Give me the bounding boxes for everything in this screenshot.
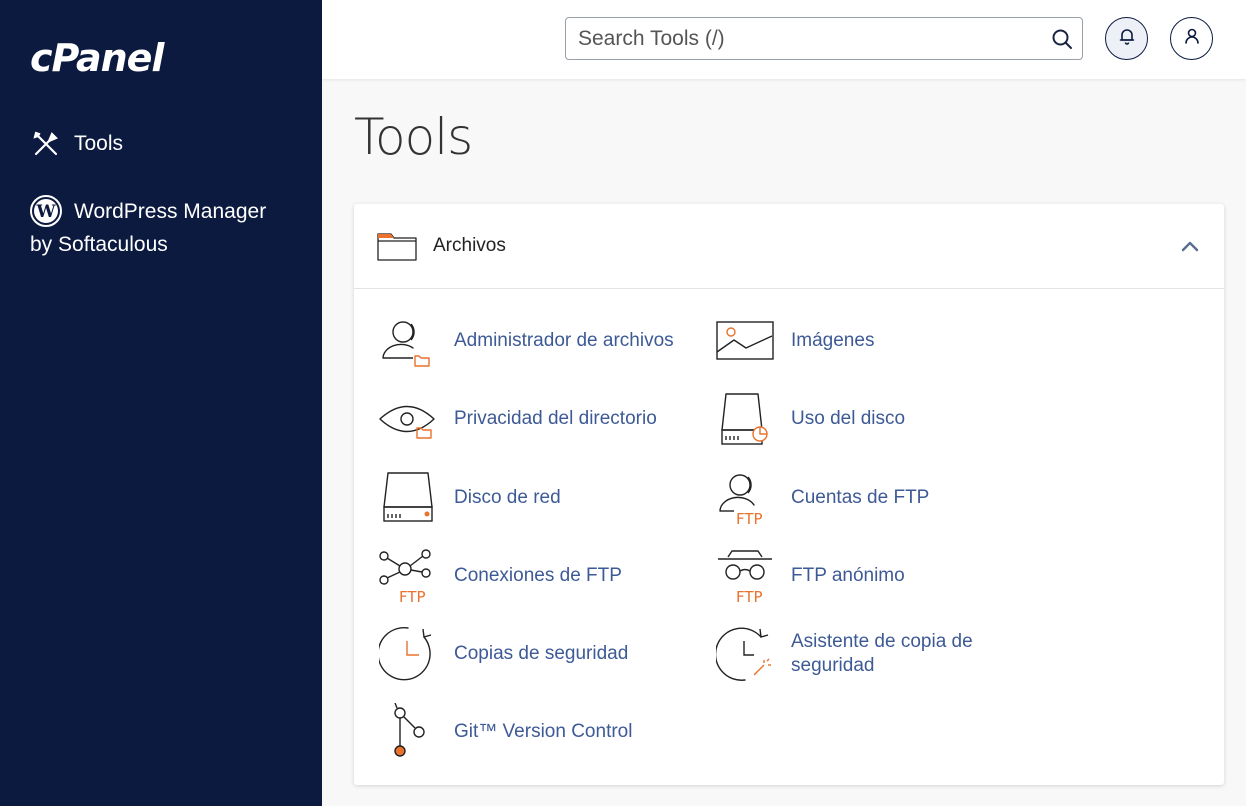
notifications-button[interactable] bbox=[1105, 17, 1148, 60]
tool-label: Cuentas de FTP bbox=[791, 487, 930, 508]
tool-backup-wizard[interactable]: Asistente de copia de seguridad bbox=[714, 625, 973, 683]
disk-usage-icon bbox=[716, 390, 774, 448]
search-box bbox=[565, 17, 1083, 60]
tool-label: FTP anónimo bbox=[791, 565, 905, 586]
tool-ftp-connections[interactable]: FTP Conexiones de FTP bbox=[379, 547, 622, 606]
tool-file-manager[interactable]: Administrador de archivos bbox=[379, 312, 674, 370]
tool-directory-privacy[interactable]: Privacidad del directorio bbox=[379, 390, 657, 448]
sidebar-item-label: Tools bbox=[74, 132, 124, 155]
search-input[interactable] bbox=[566, 18, 1042, 59]
cpanel-logo[interactable]: cPanel bbox=[30, 36, 164, 80]
git-icon bbox=[379, 702, 437, 761]
user-menu-button[interactable] bbox=[1170, 17, 1213, 60]
tool-images[interactable]: Imágenes bbox=[716, 312, 874, 370]
tool-backup[interactable]: Copias de seguridad bbox=[377, 625, 629, 683]
sidebar-item-label: WordPress Manager bbox=[74, 200, 267, 223]
images-icon bbox=[716, 312, 774, 370]
sidebar-item-label-line2[interactable]: by Softaculous bbox=[30, 233, 168, 257]
ftp-connections-icon: FTP bbox=[379, 547, 437, 606]
anonymous-ftp-icon: FTP bbox=[716, 547, 774, 606]
user-icon bbox=[1182, 26, 1202, 51]
tool-label-line2: seguridad bbox=[791, 655, 875, 676]
tool-git-version-control[interactable]: Git™ Version Control bbox=[379, 702, 633, 761]
wordpress-icon: W bbox=[30, 195, 62, 227]
tool-label: Privacidad del directorio bbox=[454, 408, 657, 429]
ftp-accounts-icon: FTP bbox=[716, 469, 774, 528]
backup-icon bbox=[377, 625, 437, 683]
network-disk-icon bbox=[379, 469, 437, 527]
directory-privacy-icon bbox=[379, 390, 437, 448]
sidebar-item-tools[interactable]: Tools bbox=[30, 128, 123, 160]
tool-label: Copias de seguridad bbox=[454, 643, 629, 664]
tool-label-line1: Asistente de copia de bbox=[791, 631, 973, 652]
folder-icon bbox=[377, 231, 417, 261]
section-title: Archivos bbox=[433, 235, 506, 256]
tool-label: Administrador de archivos bbox=[454, 330, 674, 351]
tool-label: Disco de red bbox=[454, 487, 561, 508]
tool-label: Uso del disco bbox=[791, 408, 906, 429]
search-icon[interactable] bbox=[1042, 19, 1082, 59]
tool-network-disk[interactable]: Disco de red bbox=[379, 469, 561, 527]
sidebar-item-wordpress-manager[interactable]: W WordPress Manager bbox=[30, 190, 300, 233]
bell-icon bbox=[1117, 26, 1137, 51]
tool-label: Conexiones de FTP bbox=[454, 565, 622, 586]
tool-anonymous-ftp[interactable]: FTP FTP anónimo bbox=[716, 547, 905, 606]
svg-text:W: W bbox=[35, 202, 56, 222]
tools-icon bbox=[30, 128, 62, 160]
tool-ftp-accounts[interactable]: FTP Cuentas de FTP bbox=[716, 469, 930, 528]
tool-label: Asistente de copia de seguridad bbox=[791, 630, 973, 678]
files-section-card: Archivos Administrador de archivos Imáge… bbox=[354, 204, 1224, 785]
backup-wizard-icon bbox=[714, 625, 774, 683]
tool-label: Git™ Version Control bbox=[454, 721, 633, 742]
svg-text:FTP: FTP bbox=[399, 588, 426, 605]
section-header[interactable]: Archivos bbox=[354, 204, 1224, 289]
svg-text:FTP: FTP bbox=[736, 588, 763, 605]
file-manager-icon bbox=[379, 312, 437, 370]
svg-text:FTP: FTP bbox=[736, 510, 763, 527]
sidebar: cPanel Tools W WordPress Manager by Soft… bbox=[0, 0, 322, 806]
tool-disk-usage[interactable]: Uso del disco bbox=[716, 390, 905, 448]
top-header bbox=[322, 0, 1246, 79]
chevron-up-icon[interactable] bbox=[1178, 234, 1202, 258]
page-title: Tools bbox=[354, 108, 473, 166]
tool-label: Imágenes bbox=[791, 330, 875, 351]
